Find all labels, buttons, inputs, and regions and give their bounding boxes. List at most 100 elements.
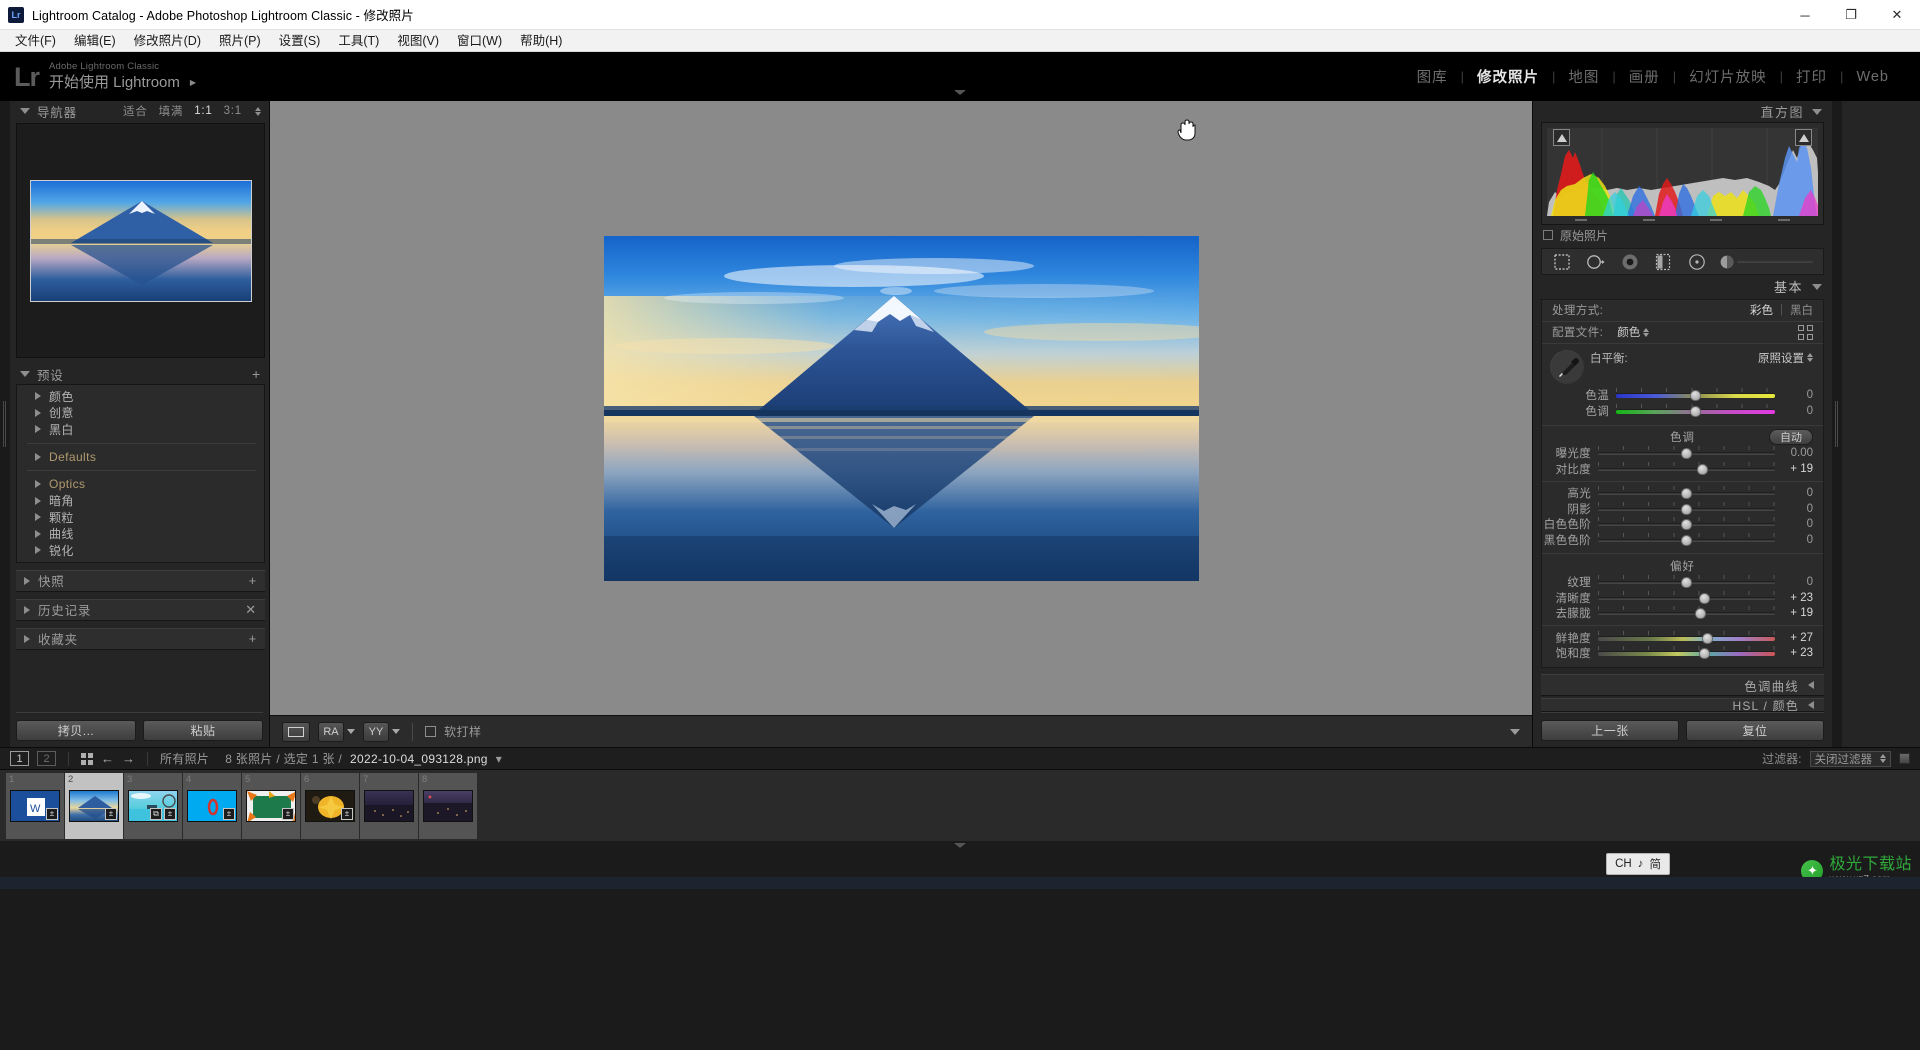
- main-photo[interactable]: [603, 235, 1224, 581]
- compare-caret-icon[interactable]: [392, 729, 400, 734]
- slider-饱和度[interactable]: 饱和度 + 23: [1542, 646, 1813, 662]
- slider-value[interactable]: + 23: [1775, 592, 1813, 604]
- module-画册[interactable]: 画册: [1616, 66, 1673, 87]
- slider-knob[interactable]: [1681, 488, 1692, 500]
- filmstrip-cell[interactable]: 8: [419, 772, 477, 839]
- module-图库[interactable]: 图库: [1404, 66, 1461, 87]
- slider-白色色阶[interactable]: 白色色阶 0: [1542, 517, 1813, 533]
- filmstrip-cell[interactable]: 6 ±: [301, 772, 359, 839]
- triangle-right-icon[interactable]: [24, 634, 30, 643]
- amount-slider[interactable]: [1719, 254, 1813, 270]
- panel-action-icon[interactable]: +: [249, 631, 257, 646]
- filmstrip-thumbnail[interactable]: [423, 789, 473, 822]
- slider-track-area[interactable]: [1598, 461, 1775, 476]
- slider-track[interactable]: [1598, 635, 1775, 641]
- filename-caret-icon[interactable]: ▾: [496, 752, 502, 766]
- module-Web[interactable]: Web: [1843, 69, 1902, 85]
- develop-badge-icon[interactable]: ±: [223, 807, 235, 820]
- add-preset-icon[interactable]: +: [252, 366, 261, 382]
- slider-高光[interactable]: 高光 0: [1542, 486, 1813, 502]
- menu-item-3[interactable]: 照片(P): [210, 31, 270, 51]
- slider-曝光度[interactable]: 曝光度 0.00: [1542, 446, 1813, 462]
- reset-button[interactable]: 复位: [1686, 720, 1824, 742]
- triangle-left-icon[interactable]: [1808, 681, 1814, 690]
- filmstrip-cell[interactable]: 4 ±: [183, 772, 241, 839]
- soft-proof-checkbox[interactable]: [425, 726, 436, 737]
- slider-value[interactable]: + 19: [1775, 463, 1813, 475]
- filmstrip-cell[interactable]: 5 ±: [242, 772, 300, 839]
- menu-item-2[interactable]: 修改照片(D): [125, 31, 210, 51]
- slider-knob[interactable]: [1681, 534, 1692, 546]
- slider-黑色色阶[interactable]: 黑色色阶 0: [1542, 532, 1813, 548]
- maximize-button[interactable]: ❐: [1828, 0, 1874, 30]
- slider-色调[interactable]: 色调 0: [1584, 403, 1813, 419]
- before-after-caret-icon[interactable]: [347, 729, 355, 734]
- go-back-icon[interactable]: ←: [101, 751, 114, 766]
- filmstrip-thumbnail[interactable]: ±: [187, 789, 237, 822]
- slider-value[interactable]: + 27: [1775, 632, 1813, 644]
- slider-去朦胧[interactable]: 去朦胧 + 19: [1542, 606, 1813, 622]
- slider-track-area[interactable]: [1598, 517, 1775, 531]
- filmstrip-thumbnail[interactable]: ±: [69, 789, 119, 822]
- slider-track-area[interactable]: [1598, 501, 1775, 516]
- slider-track-area[interactable]: [1598, 532, 1775, 547]
- panel-历史记录[interactable]: 历史记录 ✕: [16, 598, 265, 621]
- develop-badge-icon[interactable]: ±: [46, 807, 58, 820]
- source-label[interactable]: 所有照片: [160, 750, 209, 767]
- slider-对比度[interactable]: 对比度 + 19: [1542, 461, 1813, 477]
- triangle-right-icon[interactable]: [24, 605, 30, 614]
- filmstrip-thumbnail[interactable]: ±: [305, 789, 355, 822]
- triangle-down-icon[interactable]: [1812, 108, 1822, 115]
- preset-group-曲线[interactable]: 曲线: [17, 526, 264, 543]
- slider-track-area[interactable]: [1598, 630, 1775, 645]
- menu-item-1[interactable]: 编辑(E): [65, 31, 125, 51]
- slider-knob[interactable]: [1696, 463, 1708, 475]
- triangle-right-icon[interactable]: [35, 546, 41, 555]
- basic-panel-header[interactable]: 基本: [1533, 275, 1832, 299]
- triangle-right-icon[interactable]: [35, 496, 41, 505]
- slider-阴影[interactable]: 阴影 0: [1542, 501, 1813, 517]
- slider-knob[interactable]: [1681, 503, 1692, 515]
- slider-鲜艳度[interactable]: 鲜艳度 + 27: [1542, 630, 1813, 646]
- develop-badge-icon[interactable]: ±: [164, 807, 176, 820]
- highlight-clipping-button[interactable]: [1795, 129, 1812, 147]
- right-panel-grip[interactable]: [1832, 101, 1842, 747]
- slider-knob[interactable]: [1698, 592, 1710, 604]
- panel-HSL / 颜色[interactable]: HSL / 颜色: [1541, 698, 1824, 713]
- spot-removal-tool-icon[interactable]: [1586, 252, 1606, 272]
- filter-select[interactable]: 关闭过滤器: [1809, 750, 1891, 767]
- stack-badge-icon[interactable]: ⧉: [150, 807, 162, 820]
- slider-value[interactable]: 0.00: [1775, 447, 1813, 459]
- menu-item-5[interactable]: 工具(T): [329, 31, 388, 51]
- presets-header[interactable]: 预设 +: [10, 364, 269, 384]
- white-balance-value[interactable]: 原照设置: [1758, 350, 1804, 366]
- original-photo-checkbox[interactable]: [1543, 230, 1553, 241]
- treatment-bw-option[interactable]: 黑白: [1790, 302, 1813, 318]
- slider-track-area[interactable]: [1616, 388, 1775, 402]
- masking-tool-icon[interactable]: [1620, 252, 1640, 272]
- preset-group-颗粒[interactable]: 颗粒: [17, 509, 264, 526]
- navigator-header[interactable]: 导航器 适合 填满 1:1 3:1: [10, 101, 269, 121]
- triangle-right-icon[interactable]: [35, 392, 41, 401]
- original-photo-row[interactable]: 原始照片: [1533, 225, 1832, 246]
- slider-knob[interactable]: [1681, 519, 1692, 531]
- preset-group-黑白[interactable]: 黑白: [17, 421, 264, 438]
- menu-item-6[interactable]: 视图(V): [388, 31, 448, 51]
- screen-2-button[interactable]: 2: [37, 751, 56, 766]
- previous-button[interactable]: 上一张: [1541, 720, 1679, 742]
- module-地图[interactable]: 地图: [1555, 66, 1612, 87]
- slider-knob[interactable]: [1690, 405, 1701, 417]
- nav-zoom-3:1[interactable]: 3:1: [224, 105, 242, 117]
- menu-item-7[interactable]: 窗口(W): [448, 31, 511, 51]
- close-button[interactable]: ✕: [1874, 0, 1920, 30]
- slider-track[interactable]: [1598, 467, 1775, 471]
- filmstrip-cell[interactable]: 7: [360, 772, 418, 839]
- panel-收藏夹[interactable]: 收藏夹 +: [16, 627, 265, 650]
- screen-1-button[interactable]: 1: [10, 751, 29, 766]
- treatment-color-option[interactable]: 彩色: [1750, 302, 1773, 318]
- navigator-preview[interactable]: [16, 123, 265, 358]
- slider-纹理[interactable]: 纹理 0: [1542, 575, 1813, 591]
- slider-track[interactable]: [1598, 651, 1775, 657]
- slider-knob[interactable]: [1695, 608, 1707, 620]
- slider-track-area[interactable]: [1598, 646, 1775, 660]
